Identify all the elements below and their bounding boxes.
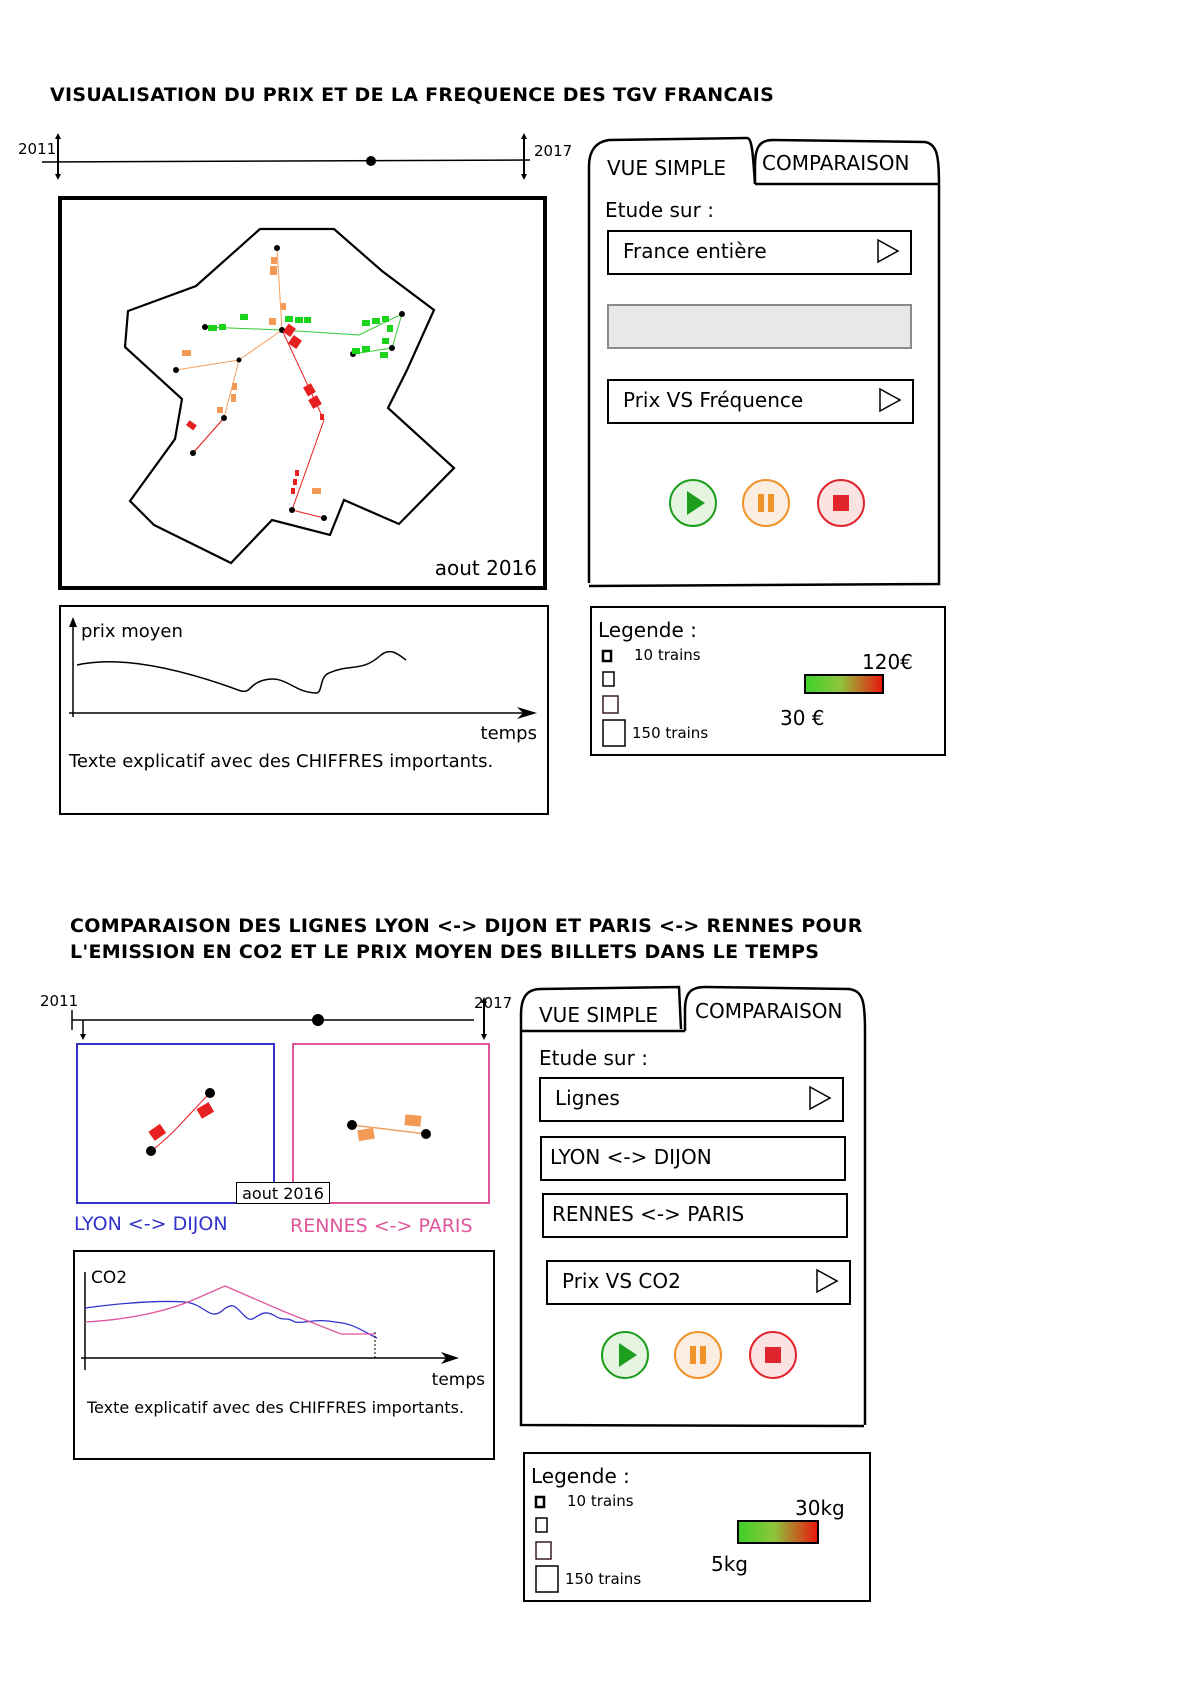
timeline-2[interactable]: 2011 2017 <box>38 990 518 1040</box>
line-one-input[interactable]: LYON <-> DIJON <box>540 1136 846 1181</box>
metric-select[interactable]: Prix VS Fréquence <box>607 379 914 424</box>
map-rennes-paris[interactable] <box>292 1043 490 1204</box>
play-icon <box>619 1343 637 1367</box>
legend-title: Legende : <box>598 618 697 642</box>
timeline-start-label: 2011 <box>40 992 79 1010</box>
legend-max-value: 120€ <box>862 650 913 674</box>
legend-max-trains: 150 trains <box>632 724 709 742</box>
legend-panel-1: Legende : 10 trains 150 trains 120€ 30 € <box>590 606 946 756</box>
map-date-label: aout 2016 <box>434 556 537 580</box>
france-outline <box>123 227 456 565</box>
series-lyon-dijon <box>84 1300 378 1339</box>
chart-xlabel: temps <box>431 1370 485 1390</box>
stop-button[interactable] <box>749 1331 797 1379</box>
legend-panel-2: Legende : 10 trains 150 trains 30kg 5kg <box>523 1452 871 1602</box>
chart-xlabel: temps <box>480 723 537 744</box>
line-label-rennes-paris: RENNES <-> PARIS <box>290 1215 473 1237</box>
route-drawing <box>347 1114 431 1142</box>
map-drawing <box>123 227 456 565</box>
metric-select-value: Prix VS CO2 <box>562 1269 681 1293</box>
stop-button[interactable] <box>817 479 865 527</box>
scope-select[interactable]: Lignes <box>539 1077 844 1122</box>
tab-comparaison[interactable]: COMPARAISON <box>762 151 910 175</box>
legend-min-trains: 10 trains <box>634 646 701 664</box>
co2-chart <box>81 1272 459 1370</box>
scope-select[interactable]: France entière <box>607 230 912 275</box>
legend-min-trains: 10 trains <box>567 1492 634 1510</box>
study-label: Etude sur : <box>539 1046 648 1070</box>
pause-button[interactable] <box>674 1331 722 1379</box>
chart-description: Texte explicatif avec des CHIFFRES impor… <box>87 1398 465 1417</box>
timeline-handle <box>312 1014 324 1026</box>
tab-vue-simple[interactable]: VUE SIMPLE <box>607 156 726 180</box>
timeline-end-label: 2017 <box>474 994 513 1012</box>
play-button[interactable] <box>601 1331 649 1379</box>
legend-title: Legende : <box>531 1464 630 1488</box>
scope-select-value: Lignes <box>555 1086 620 1110</box>
scope-select-value: France entière <box>623 239 767 263</box>
stop-icon <box>765 1347 781 1363</box>
france-map[interactable]: aout 2016 <box>58 196 547 590</box>
stop-icon <box>833 495 849 511</box>
play-button[interactable] <box>669 479 717 527</box>
empty-input[interactable] <box>607 304 912 349</box>
timeline-1[interactable]: 2011 2017 <box>16 130 576 180</box>
legend-min-value: 5kg <box>711 1552 749 1576</box>
play-caret-icon <box>879 387 902 413</box>
pause-icon <box>758 494 774 512</box>
legend-max-value: 30kg <box>795 1496 845 1520</box>
line-two-value: RENNES <-> PARIS <box>552 1202 745 1226</box>
legend-max-trains: 150 trains <box>565 1570 642 1588</box>
section1-title: VISUALISATION DU PRIX ET DE LA FREQUENCE… <box>50 84 775 106</box>
study-label: Etude sur : <box>605 198 714 222</box>
price-chart-panel: prix moyen temps Texte explicatif avec d… <box>59 605 549 815</box>
line-label-lyon-dijon: LYON <-> DIJON <box>74 1213 228 1235</box>
play-caret-icon <box>816 1268 839 1294</box>
pause-icon <box>690 1346 706 1364</box>
control-panel-1: VUE SIMPLE COMPARAISON Etude sur : Franc… <box>587 136 945 591</box>
chart-ylabel: prix moyen <box>81 621 183 642</box>
timeline-handle <box>366 156 376 166</box>
section2-title: COMPARAISON DES LIGNES LYON <-> DIJON ET… <box>70 915 863 963</box>
play-caret-icon <box>809 1085 832 1111</box>
timeline-slider[interactable] <box>16 130 576 180</box>
control-panel-2: VUE SIMPLE COMPARAISON Etude sur : Ligne… <box>519 985 877 1430</box>
price-series <box>76 650 407 694</box>
chart-ylabel: CO2 <box>91 1268 128 1288</box>
route-drawing <box>146 1088 215 1156</box>
play-icon <box>687 491 705 515</box>
comparison-date-label: aout 2016 <box>236 1182 330 1204</box>
timeline-start-label: 2011 <box>18 140 57 158</box>
play-caret-icon <box>877 238 900 264</box>
metric-select[interactable]: Prix VS CO2 <box>546 1260 851 1305</box>
timeline-end-label: 2017 <box>534 142 573 160</box>
tab-comparaison[interactable]: COMPARAISON <box>695 999 843 1023</box>
legend-min-value: 30 € <box>780 706 825 730</box>
line-one-value: LYON <-> DIJON <box>550 1145 712 1169</box>
co2-chart-panel: CO2 temps Texte explicatif avec des CHIF… <box>73 1250 495 1460</box>
metric-select-value: Prix VS Fréquence <box>623 388 804 412</box>
map-lyon-dijon[interactable] <box>76 1043 275 1204</box>
tab-vue-simple[interactable]: VUE SIMPLE <box>539 1003 658 1027</box>
line-two-input[interactable]: RENNES <-> PARIS <box>542 1193 848 1238</box>
color-gradient-bar <box>737 1520 819 1544</box>
chart-description: Texte explicatif avec des CHIFFRES impor… <box>69 751 494 772</box>
series-rennes-paris <box>84 1285 375 1335</box>
color-gradient-bar <box>804 674 884 694</box>
pause-button[interactable] <box>742 479 790 527</box>
timeline-slider[interactable] <box>38 990 518 1040</box>
